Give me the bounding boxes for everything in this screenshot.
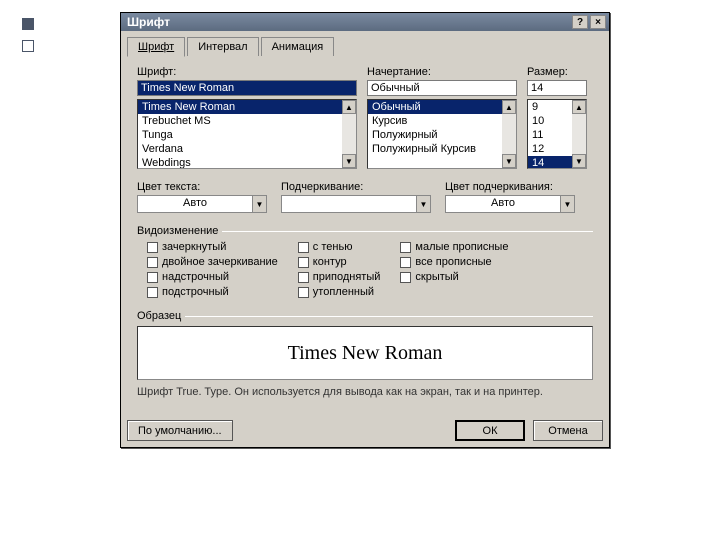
tab-animation[interactable]: Анимация — [261, 37, 335, 56]
chk-superscript[interactable]: надстрочный — [147, 271, 278, 283]
style-listbox[interactable]: Обычный Курсив Полужирный Полужирный Кур… — [367, 99, 517, 169]
dropdown-value: Авто — [446, 196, 560, 212]
list-item[interactable]: Times New Roman — [138, 100, 356, 114]
size-listbox[interactable]: 9 10 11 12 14 ▲ ▼ — [527, 99, 587, 169]
textcolor-dropdown[interactable]: Авто ▼ — [137, 195, 267, 213]
list-item[interactable]: Tunga — [138, 128, 356, 142]
dropdown-value — [282, 196, 416, 212]
bullet-hollow — [22, 40, 34, 52]
chk-allcaps[interactable]: все прописные — [400, 256, 508, 268]
scroll-up-icon[interactable]: ▲ — [502, 100, 516, 114]
tab-pane: Шрифт: Times New Roman Times New Roman T… — [127, 56, 603, 408]
label-size: Размер: — [527, 66, 587, 78]
list-item[interactable]: Trebuchet MS — [138, 114, 356, 128]
scroll-down-icon[interactable]: ▼ — [342, 154, 356, 168]
underline-dropdown[interactable]: ▼ — [281, 195, 431, 213]
bullet-filled — [22, 18, 34, 30]
undercolor-dropdown[interactable]: Авто ▼ — [445, 195, 575, 213]
scroll-up-icon[interactable]: ▲ — [342, 100, 356, 114]
dropdown-value: Авто — [138, 196, 252, 212]
chevron-down-icon[interactable]: ▼ — [252, 196, 266, 212]
scroll-down-icon[interactable]: ▼ — [572, 154, 586, 168]
list-item[interactable]: Полужирный — [368, 128, 516, 142]
preview-box: Times New Roman — [137, 326, 593, 380]
style-input[interactable]: Обычный — [367, 80, 517, 96]
scroll-down-icon[interactable]: ▼ — [502, 154, 516, 168]
cancel-button[interactable]: Отмена — [533, 420, 603, 441]
chk-shadow[interactable]: с тенью — [298, 241, 381, 253]
label-undercolor: Цвет подчеркивания: — [445, 181, 575, 193]
chk-outline[interactable]: контур — [298, 256, 381, 268]
chk-engrave[interactable]: утопленный — [298, 286, 381, 298]
list-item[interactable]: Курсив — [368, 114, 516, 128]
chk-double-strike[interactable]: двойное зачеркивание — [147, 256, 278, 268]
label-font: Шрифт: — [137, 66, 357, 78]
tab-font[interactable]: Шрифт — [127, 37, 185, 57]
chk-emboss[interactable]: приподнятый — [298, 271, 381, 283]
tab-interval[interactable]: Интервал — [187, 37, 258, 56]
close-button[interactable]: × — [590, 15, 606, 29]
list-item[interactable]: Webdings — [138, 156, 356, 169]
titlebar: Шрифт ? × — [121, 13, 609, 31]
size-input[interactable]: 14 — [527, 80, 587, 96]
chk-strikethrough[interactable]: зачеркнутый — [147, 241, 278, 253]
label-underline: Подчеркивание: — [281, 181, 431, 193]
scroll-up-icon[interactable]: ▲ — [572, 100, 586, 114]
label-effects: Видоизменение — [137, 225, 218, 237]
font-dialog: Шрифт ? × Шрифт Интервал Анимация Шрифт:… — [120, 12, 610, 448]
chk-subscript[interactable]: подстрочный — [147, 286, 278, 298]
label-sample: Образец — [137, 310, 181, 322]
scrollbar[interactable]: ▲ ▼ — [572, 100, 586, 168]
font-input[interactable]: Times New Roman — [137, 80, 357, 96]
chk-smallcaps[interactable]: малые прописные — [400, 241, 508, 253]
chk-hidden[interactable]: скрытый — [400, 271, 508, 283]
list-item[interactable]: Обычный — [368, 100, 516, 114]
scrollbar[interactable]: ▲ ▼ — [342, 100, 356, 168]
default-button[interactable]: По умолчанию... — [127, 420, 233, 441]
font-listbox[interactable]: Times New Roman Trebuchet MS Tunga Verda… — [137, 99, 357, 169]
chevron-down-icon[interactable]: ▼ — [416, 196, 430, 212]
list-item[interactable]: Verdana — [138, 142, 356, 156]
tab-row: Шрифт Интервал Анимация — [121, 31, 609, 56]
font-description: Шрифт True. Type. Он используется для вы… — [137, 386, 593, 398]
help-button[interactable]: ? — [572, 15, 588, 29]
list-item[interactable]: Полужирный Курсив — [368, 142, 516, 156]
dialog-title: Шрифт — [127, 15, 170, 29]
ok-button[interactable]: ОК — [455, 420, 525, 441]
chevron-down-icon[interactable]: ▼ — [560, 196, 574, 212]
label-textcolor: Цвет текста: — [137, 181, 267, 193]
label-style: Начертание: — [367, 66, 517, 78]
scrollbar[interactable]: ▲ ▼ — [502, 100, 516, 168]
